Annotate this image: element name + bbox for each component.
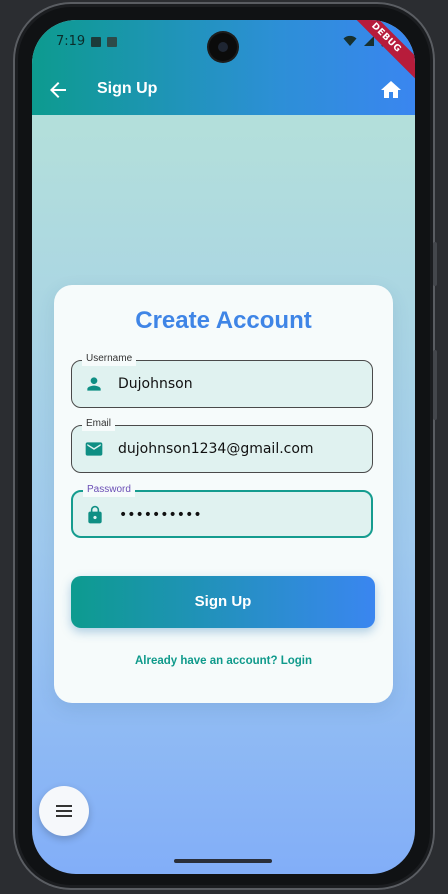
mail-icon bbox=[85, 442, 103, 456]
app-bar: 7:19 DEBUG Sign Up bbox=[32, 20, 415, 115]
person-icon bbox=[87, 377, 101, 391]
arrow-back-icon bbox=[50, 82, 66, 98]
page-title: Sign Up bbox=[97, 80, 158, 97]
power-button bbox=[433, 350, 437, 420]
gesture-bar bbox=[174, 859, 272, 863]
signup-card: Create Account Username Dujohnson Email … bbox=[54, 285, 393, 703]
username-label: Username bbox=[82, 352, 137, 366]
email-field[interactable]: Email dujohnson1234@gmail.com bbox=[71, 417, 373, 473]
email-input[interactable]: dujohnson1234@gmail.com bbox=[118, 441, 314, 457]
password-label: Password bbox=[83, 483, 135, 497]
status-time: 7:19 bbox=[56, 34, 86, 49]
password-input[interactable]: •••••••••• bbox=[119, 507, 202, 523]
wifi-icon bbox=[343, 35, 357, 46]
username-input[interactable]: Dujohnson bbox=[118, 376, 193, 392]
status-bar: 7:19 bbox=[56, 34, 118, 49]
camera-cutout bbox=[209, 33, 237, 61]
debug-banner: DEBUG bbox=[341, 20, 415, 83]
menu-fab[interactable] bbox=[39, 786, 89, 836]
login-link[interactable]: Already have an account? Login bbox=[54, 655, 393, 667]
signup-button[interactable]: Sign Up bbox=[71, 576, 375, 628]
lock-icon bbox=[88, 505, 102, 524]
home-button[interactable] bbox=[379, 78, 403, 102]
notification-icon bbox=[107, 36, 118, 47]
card-heading: Create Account bbox=[135, 307, 312, 334]
screen: 7:19 DEBUG Sign Up Create Account Userna… bbox=[32, 20, 415, 874]
password-field[interactable]: Password •••••••••• bbox=[71, 483, 373, 538]
email-label: Email bbox=[82, 417, 116, 431]
back-button[interactable] bbox=[46, 78, 70, 102]
home-icon bbox=[381, 81, 401, 98]
volume-button bbox=[433, 242, 437, 286]
username-field[interactable]: Username Dujohnson bbox=[71, 352, 373, 408]
sim-icon bbox=[91, 36, 102, 47]
